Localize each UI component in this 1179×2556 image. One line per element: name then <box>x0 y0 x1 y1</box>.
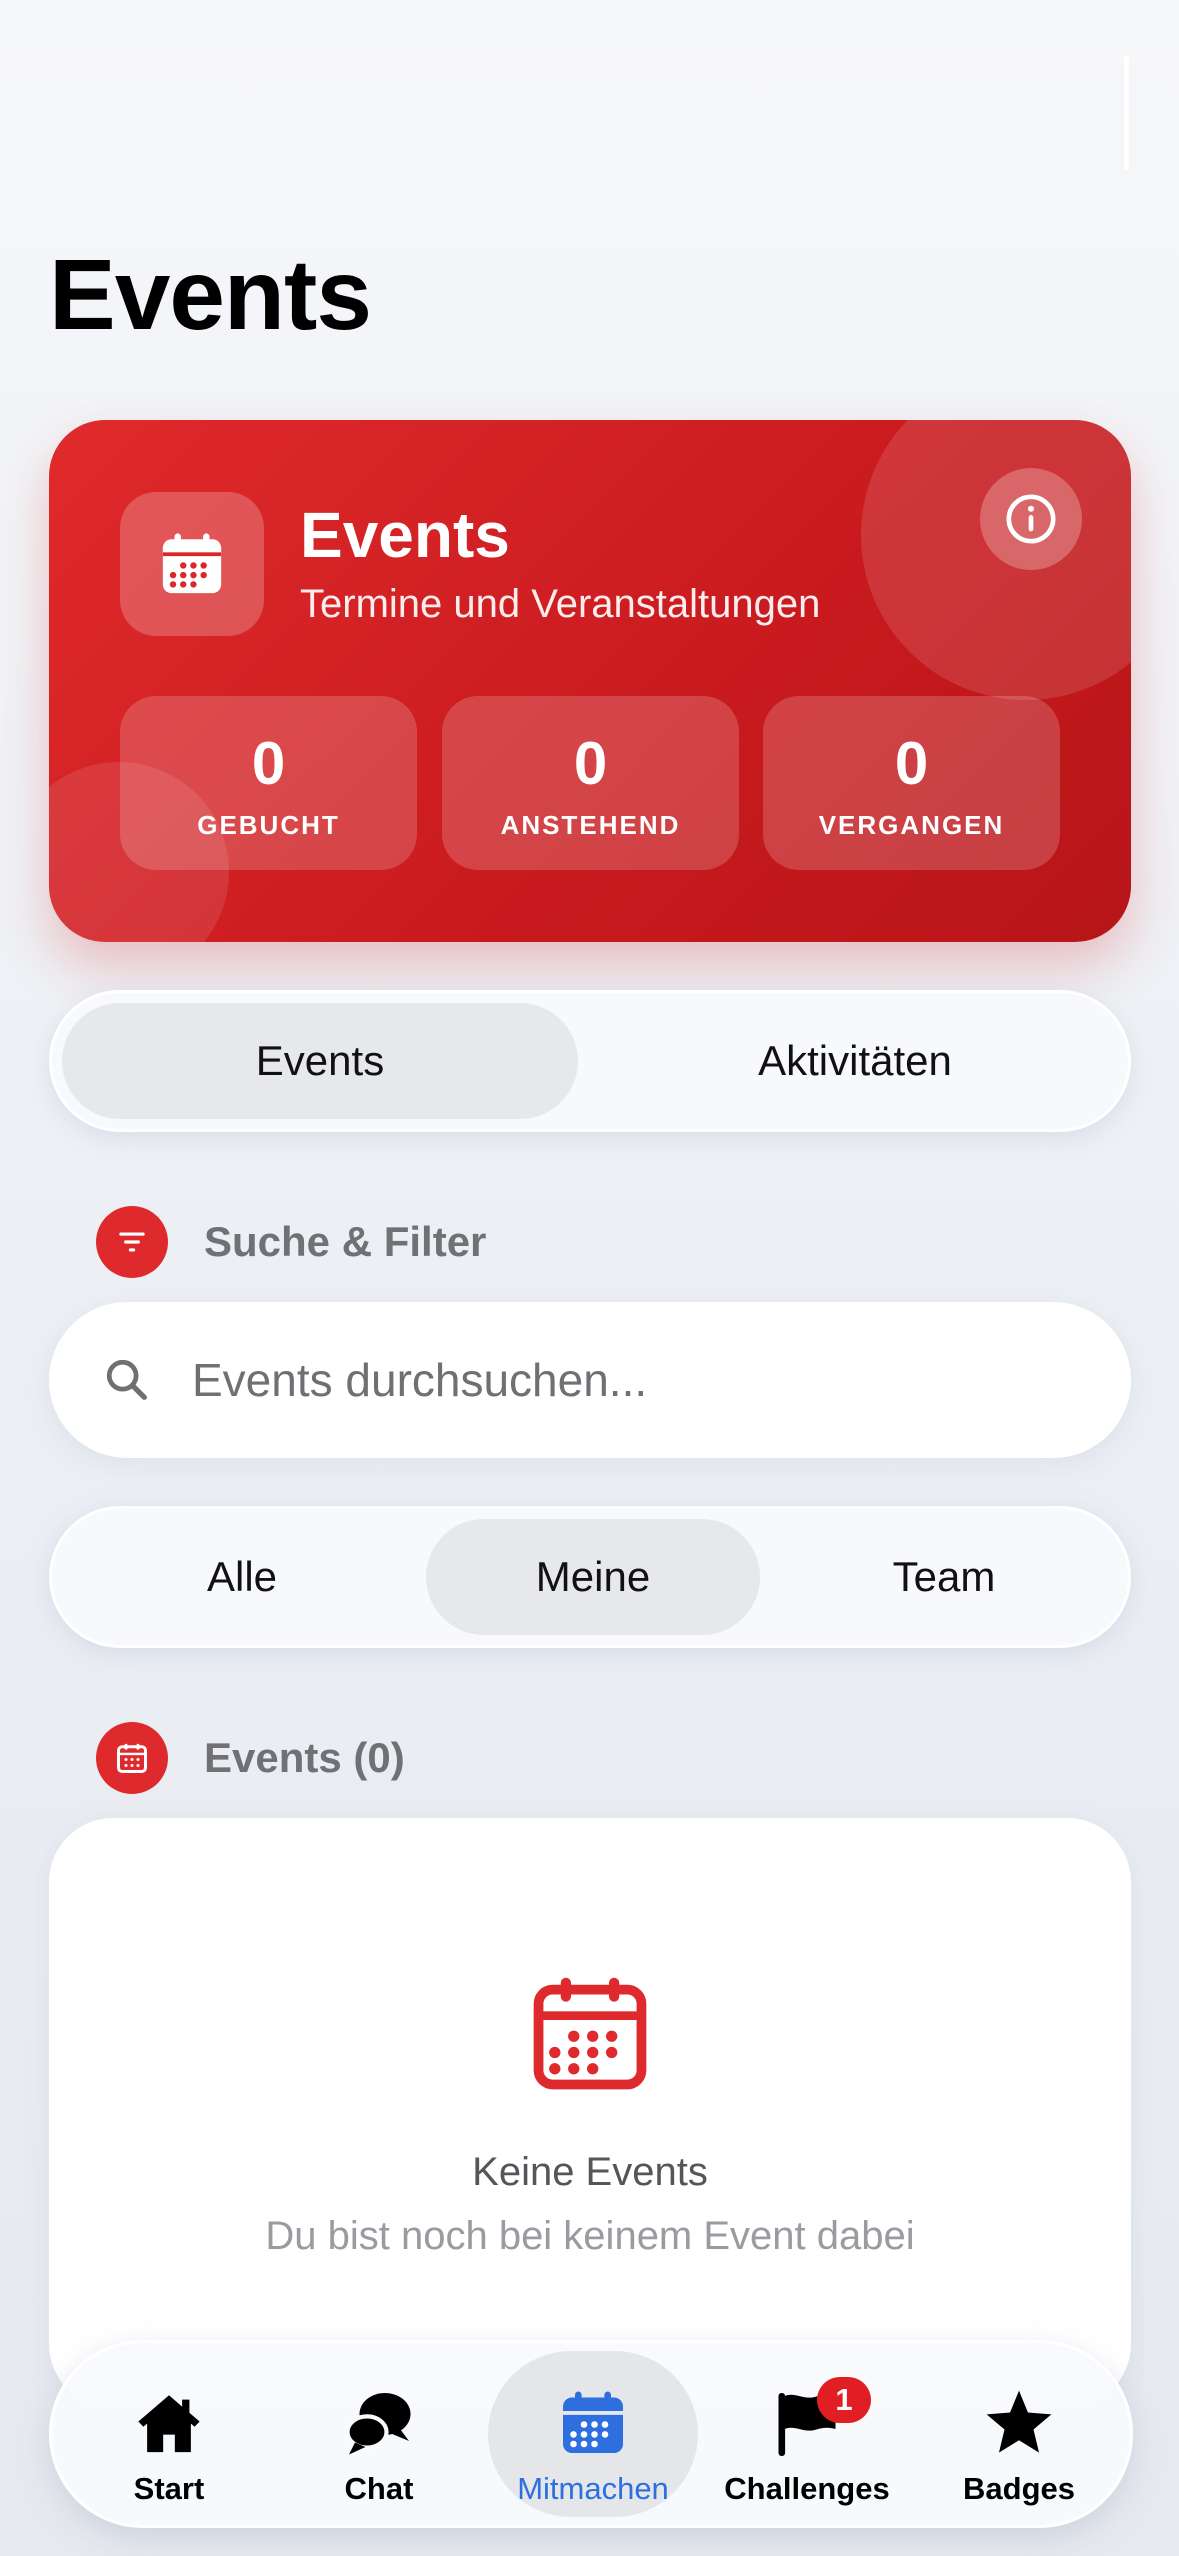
tab-label: Mitmachen <box>517 2471 669 2506</box>
stat-label: VERGANGEN <box>818 810 1005 840</box>
hero-title: Events <box>300 499 510 571</box>
search-icon <box>106 1359 147 1400</box>
tab-label: Start <box>133 2471 205 2506</box>
calendar-icon <box>563 2391 623 2453</box>
home-icon <box>138 2395 200 2453</box>
hero-subtitle: Termine und Veranstaltungen <box>300 582 821 626</box>
tab-label: Challenges <box>724 2471 890 2506</box>
filter-section-header: Suche & Filter <box>96 1206 486 1278</box>
tab-icon <box>557 2385 629 2461</box>
info-button[interactable] <box>980 468 1082 570</box>
stat-upcoming: 0 ANSTEHEND <box>442 696 739 870</box>
stat-label: GEBUCHT <box>197 810 340 840</box>
hero-icon-box <box>120 492 264 636</box>
tab-label: Badges <box>963 2471 1075 2506</box>
events-hero-card: Events Termine und Veranstaltungen 0 GEB… <box>49 420 1131 942</box>
stat-past: 0 VERGANGEN <box>763 696 1060 870</box>
stat-value: 0 <box>894 730 929 797</box>
filter-mine[interactable]: Meine <box>426 1519 760 1635</box>
tab-icon <box>132 2385 206 2461</box>
tab-mitmachen[interactable]: Mitmachen <box>488 2351 698 2517</box>
stat-value: 0 <box>573 730 608 797</box>
tab-challenges[interactable]: 1 Challenges <box>702 2351 912 2517</box>
tab-chat[interactable]: Chat <box>274 2351 484 2517</box>
empty-state-subtitle: Du bist noch bei keinem Event dabei <box>265 2214 915 2258</box>
stat-value: 0 <box>251 730 286 797</box>
empty-state-title: Keine Events <box>472 2150 708 2194</box>
stat-booked: 0 GEBUCHT <box>120 696 417 870</box>
filter-icon <box>119 1232 145 1252</box>
tab-icon: 1 <box>771 2377 871 2461</box>
search-bar[interactable] <box>49 1302 1131 1458</box>
main-tabs: Events Aktivitäten <box>49 990 1131 1132</box>
notification-badge: 1 <box>817 2377 871 2423</box>
section-badge <box>96 1722 168 1794</box>
star-icon <box>986 2390 1052 2453</box>
tab-activities[interactable]: Aktivitäten <box>592 1003 1118 1119</box>
section-title: Events (0) <box>204 1734 405 1781</box>
calendar-icon <box>117 1743 147 1773</box>
page-title: Events <box>49 239 372 351</box>
scope-filter: Alle Meine Team <box>49 1506 1131 1648</box>
events-section-header: Events (0) <box>96 1722 405 1794</box>
tab-icon <box>981 2385 1057 2461</box>
filter-team[interactable]: Team <box>774 1519 1114 1635</box>
tab-icon <box>342 2385 416 2461</box>
tab-label: Chat <box>344 2471 414 2506</box>
scroll-indicator[interactable] <box>1124 55 1129 170</box>
tab-events[interactable]: Events <box>62 1003 578 1119</box>
chat-bubbles-icon <box>345 2393 411 2455</box>
calendar-icon <box>533 1977 647 2090</box>
bottom-tab-bar: Start Chat Mitmachen 1 Challenges Badges <box>49 2340 1133 2528</box>
tab-start[interactable]: Start <box>64 2351 274 2517</box>
filter-all[interactable]: Alle <box>72 1519 412 1635</box>
empty-state-card: Keine Events Du bist noch bei keinem Eve… <box>49 1818 1131 2408</box>
stat-label: ANSTEHEND <box>500 810 681 840</box>
section-title: Suche & Filter <box>204 1218 487 1265</box>
search-input[interactable] <box>192 1338 1072 1422</box>
decorative-circle <box>861 420 1131 700</box>
info-icon <box>1006 494 1056 544</box>
section-badge <box>96 1206 168 1278</box>
tab-badges[interactable]: Badges <box>914 2351 1124 2517</box>
calendar-icon <box>162 533 222 594</box>
